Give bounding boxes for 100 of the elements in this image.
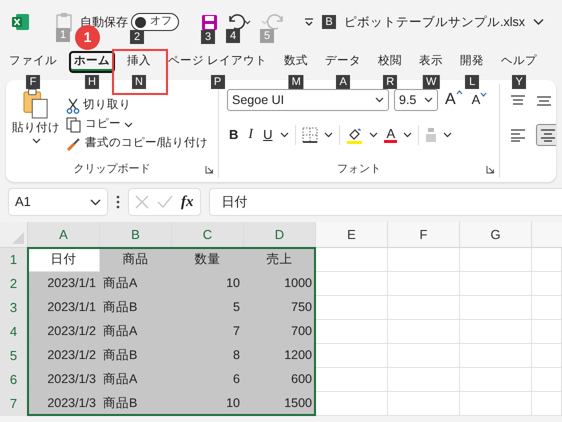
caret-icon[interactable] bbox=[375, 97, 384, 103]
table-cell bbox=[388, 368, 460, 392]
table-cell bbox=[532, 368, 562, 392]
brush-icon[interactable] bbox=[66, 136, 82, 152]
copy-icon[interactable] bbox=[66, 117, 82, 133]
table-cell bbox=[388, 320, 460, 344]
caret-up-icon bbox=[456, 90, 463, 96]
keytip: M bbox=[288, 75, 304, 90]
column-header[interactable]: E bbox=[316, 222, 388, 248]
bold-button[interactable]: B bbox=[227, 127, 240, 143]
ribbon-tab[interactable]: データ bbox=[320, 51, 366, 73]
copy-button[interactable]: コピー bbox=[85, 118, 121, 132]
table-cell: 商品A bbox=[100, 368, 172, 392]
column-header[interactable]: G bbox=[460, 222, 532, 248]
name-box[interactable]: A1 bbox=[8, 188, 108, 216]
caret-icon[interactable] bbox=[124, 122, 133, 128]
table-cell bbox=[388, 272, 460, 296]
table-cell: 日付 bbox=[28, 248, 100, 272]
decrease-font-size-button[interactable]: A bbox=[470, 92, 490, 108]
column-header[interactable]: C bbox=[172, 222, 244, 248]
table-cell: 売上 bbox=[244, 248, 316, 272]
column-header[interactable]: A bbox=[28, 222, 100, 248]
fill-color-icon[interactable] bbox=[346, 126, 364, 144]
italic-button[interactable]: I bbox=[246, 126, 256, 144]
caret-icon[interactable] bbox=[443, 132, 452, 138]
paste-icon[interactable] bbox=[23, 88, 49, 120]
caret-icon[interactable] bbox=[32, 138, 40, 144]
scissors-icon[interactable] bbox=[66, 98, 80, 114]
table-cell bbox=[532, 248, 562, 272]
caret-icon[interactable] bbox=[324, 132, 334, 138]
table-cell: 10 bbox=[172, 392, 244, 416]
customize-caret-icon[interactable] bbox=[304, 17, 314, 27]
caret-icon[interactable] bbox=[424, 97, 433, 103]
ribbon-tab[interactable]: ヘルプ bbox=[496, 51, 542, 73]
save-icon[interactable] bbox=[201, 14, 218, 30]
increase-font-size-button[interactable]: A bbox=[443, 90, 465, 110]
row-header[interactable]: 7 bbox=[0, 392, 28, 416]
autosave-toggle[interactable]: オフ bbox=[131, 13, 179, 31]
keytip: N bbox=[132, 75, 146, 90]
font-color-button[interactable]: A bbox=[384, 127, 398, 143]
table-cell: 2023/1/1 bbox=[28, 296, 100, 320]
font-name-dropdown[interactable]: Segoe UI bbox=[227, 89, 389, 111]
check-icon[interactable] bbox=[157, 195, 173, 209]
keytip: F bbox=[26, 75, 40, 90]
paste-button[interactable]: 貼り付け bbox=[12, 122, 60, 136]
dialog-launcher-icon[interactable] bbox=[486, 165, 495, 174]
ribbon-tab[interactable]: 数式 bbox=[279, 51, 314, 73]
column-header[interactable]: B bbox=[100, 222, 172, 248]
row-header[interactable]: 5 bbox=[0, 344, 28, 368]
ribbon-tab[interactable]: 校閲 bbox=[373, 51, 408, 73]
ribbon-tab[interactable]: ファイル bbox=[4, 51, 62, 73]
font-size-dropdown[interactable]: 9.5 bbox=[394, 89, 438, 111]
table-cell: 700 bbox=[244, 320, 316, 344]
ribbon-tab[interactable]: 表示 bbox=[414, 51, 448, 73]
column-header[interactable]: F bbox=[388, 222, 460, 248]
insert-function-button[interactable]: fx bbox=[181, 193, 194, 211]
ribbon-tab[interactable]: 挿入 bbox=[122, 51, 156, 73]
row-header[interactable]: 4 bbox=[0, 320, 28, 344]
ribbon-tab[interactable]: ホーム bbox=[69, 51, 115, 73]
table-cell: 2023/1/2 bbox=[28, 320, 100, 344]
excel-logo-icon bbox=[12, 13, 30, 31]
table-cell: 7 bbox=[172, 320, 244, 344]
ribbon-tab[interactable]: 開発 bbox=[455, 51, 490, 73]
table-cell: 750 bbox=[244, 296, 316, 320]
caret-icon[interactable] bbox=[280, 132, 290, 138]
keytip: P bbox=[210, 75, 225, 90]
row-header[interactable]: 2 bbox=[0, 272, 28, 296]
underline-button[interactable]: U bbox=[261, 127, 274, 143]
dialog-launcher-icon[interactable] bbox=[205, 165, 214, 174]
row-header[interactable]: 6 bbox=[0, 368, 28, 392]
table-cell: 10 bbox=[172, 272, 244, 296]
align-left-icon[interactable] bbox=[510, 128, 526, 142]
caret-icon[interactable] bbox=[403, 132, 412, 138]
table-cell bbox=[532, 320, 562, 344]
ribbon-tab[interactable]: ページ レイアウト bbox=[163, 51, 272, 73]
format-painter-button[interactable]: 書式のコピー/貼り付け bbox=[85, 137, 208, 151]
table-cell bbox=[460, 344, 532, 368]
keytip: L bbox=[465, 75, 480, 90]
row-header[interactable]: 3 bbox=[0, 296, 28, 320]
keytip: 3 bbox=[201, 30, 215, 44]
more-options-icon[interactable] bbox=[116, 195, 120, 209]
align-center-button[interactable] bbox=[536, 124, 556, 146]
table-cell bbox=[316, 344, 388, 368]
align-middle-icon[interactable] bbox=[536, 94, 552, 108]
table-cell bbox=[316, 368, 388, 392]
keytip: 2 bbox=[130, 30, 144, 44]
file-name[interactable]: ピボットテーブルサンプル.xlsx bbox=[344, 14, 525, 30]
keytip: 5 bbox=[260, 29, 274, 43]
chevron-down-icon[interactable] bbox=[533, 18, 544, 26]
keytip: Y bbox=[512, 75, 526, 90]
keytip: 4 bbox=[226, 29, 240, 43]
row-header[interactable]: 1 bbox=[0, 248, 28, 272]
formula-input[interactable]: 日付 bbox=[208, 188, 562, 216]
table-cell bbox=[460, 248, 532, 272]
keytip: H bbox=[85, 75, 99, 90]
chevron-down-icon[interactable] bbox=[90, 198, 101, 206]
column-header[interactable]: D bbox=[244, 222, 316, 248]
borders-icon[interactable] bbox=[302, 127, 318, 143]
caret-icon[interactable] bbox=[369, 132, 378, 138]
cut-button[interactable]: 切り取り bbox=[83, 99, 131, 113]
